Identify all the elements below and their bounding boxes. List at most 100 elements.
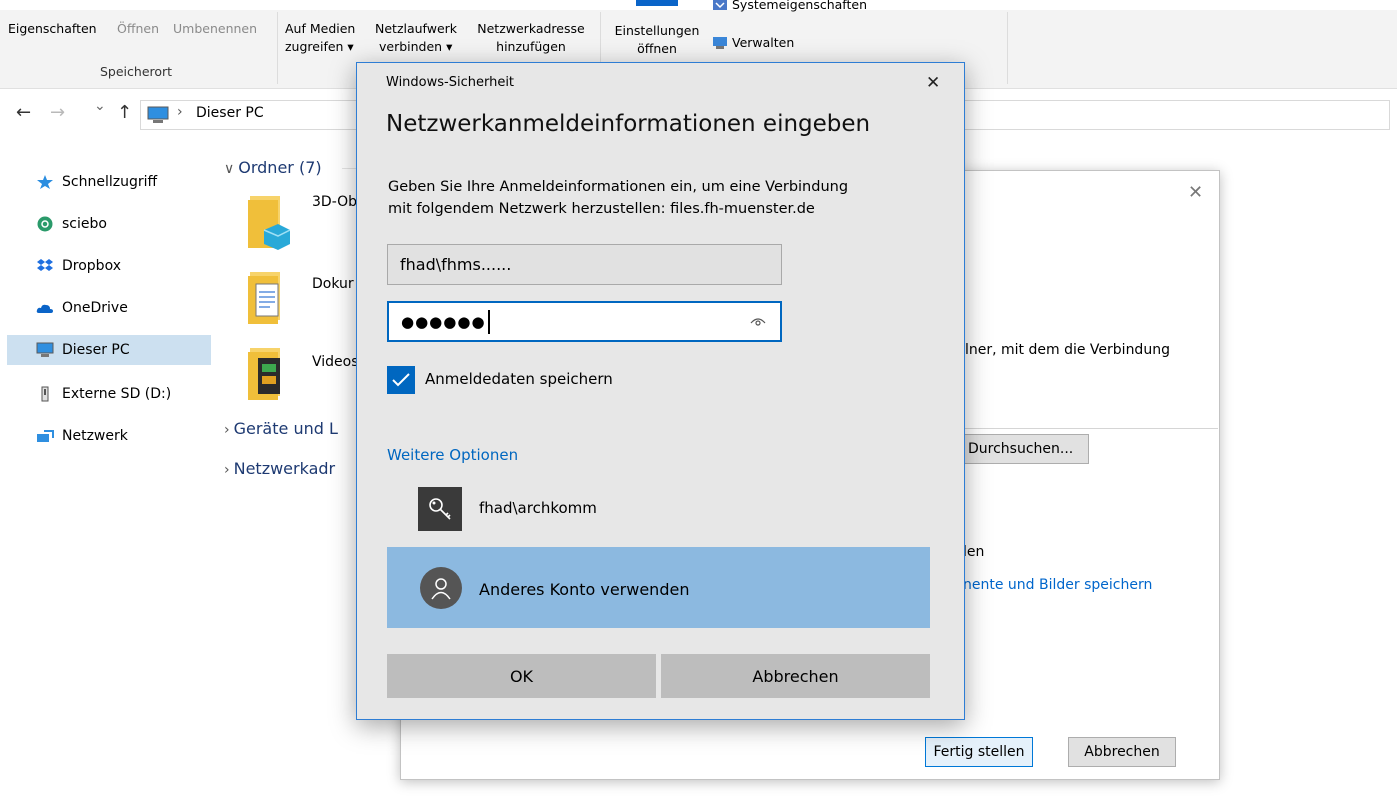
folders-section-label: Ordner (7) xyxy=(238,158,322,177)
map-drive-label-1: Netzlaufwerk xyxy=(375,21,458,36)
recent-locations-button[interactable]: ⌄ xyxy=(94,98,106,114)
folder-3d-objects[interactable] xyxy=(246,194,291,256)
sidebar-item-label: OneDrive xyxy=(62,300,128,316)
sidebar-item-this-pc[interactable]: Dieser PC xyxy=(7,335,211,365)
finish-button[interactable]: Fertig stellen xyxy=(925,737,1033,767)
text-cursor xyxy=(487,309,490,334)
network-icon xyxy=(37,430,54,442)
back-button[interactable]: ← xyxy=(16,102,31,123)
ok-button[interactable]: OK xyxy=(387,654,656,698)
up-button[interactable]: ↑ xyxy=(117,102,132,123)
open-button[interactable]: Öffnen xyxy=(117,20,159,38)
folder-videos-icon xyxy=(248,348,280,400)
cloud-icon xyxy=(36,304,53,313)
manage-label: Verwalten xyxy=(732,35,795,50)
sciebo-icon xyxy=(37,216,53,232)
sidebar-item-sciebo[interactable]: sciebo xyxy=(36,209,211,239)
sidebar-item-network[interactable]: Netzwerk xyxy=(36,421,211,451)
username-value: fhad\fhms...... xyxy=(400,255,512,274)
folders-section-header[interactable]: ∨ Ordner (7) xyxy=(224,158,322,177)
folder-videos[interactable] xyxy=(246,346,290,408)
system-properties-icon xyxy=(713,0,727,10)
sidebar-item-label: Dieser PC xyxy=(62,342,130,358)
sidebar-item-label: Externe SD (D:) xyxy=(62,386,172,402)
settings-icon xyxy=(636,0,678,6)
folder-label: Videos xyxy=(312,354,359,370)
remember-credentials-label[interactable]: Anmeldedaten speichern xyxy=(425,370,613,388)
sidebar-item-onedrive[interactable]: OneDrive xyxy=(36,293,211,323)
add-network-location-button[interactable]: Netzwerkadresse hinzufügen xyxy=(470,20,592,56)
dialog-description-line-1: Geben Sie Ihre Anmeldeinformationen ein,… xyxy=(388,179,849,195)
open-settings-button[interactable]: Einstellungen öffnen xyxy=(608,22,706,58)
chevron-down-icon: ∨ xyxy=(224,161,235,177)
drive-icon xyxy=(41,386,49,402)
manage-icon xyxy=(713,37,727,49)
map-drive-label-2: verbinden ▾ xyxy=(379,39,453,54)
wizard-description-fragment: lner, mit dem die Verbindung xyxy=(965,342,1170,358)
folder-documents-icon xyxy=(248,272,280,324)
browse-button[interactable]: Durchsuchen... xyxy=(963,434,1089,464)
manage-button[interactable]: Verwalten xyxy=(712,34,794,52)
reveal-password-icon[interactable] xyxy=(750,317,766,327)
star-icon xyxy=(37,175,53,189)
sidebar-item-dropbox[interactable]: Dropbox xyxy=(36,251,211,281)
wizard-cancel-button[interactable]: Abbrechen xyxy=(1068,737,1176,767)
folder-label: Dokur xyxy=(312,276,354,292)
ribbon-top-edge xyxy=(0,0,1397,10)
media-access-label-2: zugreifen ▾ xyxy=(285,39,354,54)
add-network-label-1: Netzwerkadresse xyxy=(477,21,585,36)
media-access-label-1: Auf Medien xyxy=(285,21,356,36)
rename-button[interactable]: Umbenennen xyxy=(173,20,257,38)
cancel-button[interactable]: Abbrechen xyxy=(661,654,930,698)
map-drive-button[interactable]: Netzlaufwerk verbinden ▾ xyxy=(375,20,467,56)
username-input[interactable]: fhad\fhms...... xyxy=(387,244,782,285)
dialog-app-title: Windows-Sicherheit xyxy=(386,75,515,90)
wizard-option-fragment: len xyxy=(963,544,985,560)
sidebar-item-label: Dropbox xyxy=(62,258,121,274)
folder-3d-icon xyxy=(248,196,291,250)
dialog-close-button[interactable]: ✕ xyxy=(926,73,940,93)
ribbon-group-location: Speicherort xyxy=(100,64,173,79)
devices-section-header[interactable]: › Geräte und L xyxy=(224,419,338,438)
dialog-description: Geben Sie Ihre Anmeldeinformationen ein,… xyxy=(388,176,848,220)
network-locations-section-label: Netzwerkadr xyxy=(233,459,336,478)
media-access-button[interactable]: Auf Medien zugreifen ▾ xyxy=(285,20,371,56)
wizard-divider xyxy=(964,428,1218,429)
saved-account-label: fhad\archkomm xyxy=(479,499,597,517)
system-properties-button[interactable]: Systemeigenschaften xyxy=(712,0,867,14)
wizard-close-button[interactable]: ✕ xyxy=(1188,182,1203,203)
devices-section-label: Geräte und L xyxy=(233,419,338,438)
breadcrumb-separator: › xyxy=(177,104,183,120)
dialog-description-line-2: mit folgendem Netzwerk herzustellen: fil… xyxy=(388,201,815,217)
forward-button[interactable]: → xyxy=(50,102,65,123)
checkmark-icon xyxy=(392,373,410,387)
computer-icon xyxy=(36,342,54,357)
account-option-saved[interactable] xyxy=(387,478,930,542)
ribbon-separator xyxy=(1007,12,1008,84)
open-settings-label-2: öffnen xyxy=(637,41,677,56)
add-network-label-2: hinzufügen xyxy=(496,39,566,54)
remember-credentials-checkbox[interactable] xyxy=(387,366,415,394)
password-input[interactable]: ●●●●●● xyxy=(387,301,782,342)
sidebar-item-quick-access[interactable]: Schnellzugriff xyxy=(36,167,211,197)
more-options-link[interactable]: Weitere Optionen xyxy=(387,446,518,464)
computer-icon xyxy=(147,106,169,123)
folder-documents[interactable] xyxy=(246,270,290,332)
open-settings-label-1: Einstellungen xyxy=(614,23,700,38)
folder-label: 3D-Ob xyxy=(312,194,358,210)
sidebar-item-label: sciebo xyxy=(62,216,107,232)
properties-button[interactable]: Eigenschaften xyxy=(8,20,97,38)
sidebar-item-label: Netzwerk xyxy=(62,428,128,444)
dropbox-icon xyxy=(37,259,53,271)
wizard-link-save-docs[interactable]: nente und Bilder speichern xyxy=(963,577,1152,593)
other-account-label: Anderes Konto verwenden xyxy=(479,580,690,599)
sidebar-item-label: Schnellzugriff xyxy=(62,174,158,190)
breadcrumb-this-pc[interactable]: Dieser PC xyxy=(196,105,264,121)
password-value: ●●●●●● xyxy=(401,312,486,331)
chevron-right-icon: › xyxy=(224,422,230,438)
key-icon xyxy=(418,487,462,531)
system-properties-label: Systemeigenschaften xyxy=(732,0,867,12)
network-locations-section-header[interactable]: › Netzwerkadr xyxy=(224,459,335,478)
sidebar-item-external-sd[interactable]: Externe SD (D:) xyxy=(36,379,211,409)
user-avatar-icon xyxy=(420,567,462,609)
